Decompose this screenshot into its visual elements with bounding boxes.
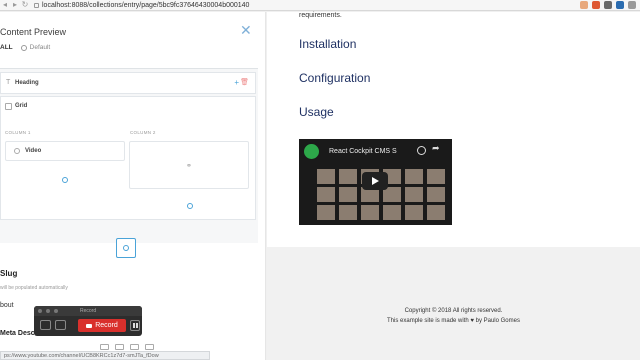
layout-canvas: T Heading + 🗑 Grid COLUMN 1 COLUMN 2 Vid… bbox=[0, 68, 258, 243]
add-component-column-2-icon[interactable] bbox=[187, 203, 193, 209]
heading-block-label: Heading bbox=[15, 80, 39, 86]
screen-recorder-widget[interactable]: Record Record bbox=[34, 306, 142, 336]
channel-avatar[interactable] bbox=[304, 144, 319, 159]
video-component[interactable]: Video bbox=[5, 141, 125, 161]
add-component-column-1-icon[interactable] bbox=[62, 177, 68, 183]
forward-icon[interactable]: ▸ bbox=[10, 0, 20, 10]
thumbnail-tile bbox=[317, 205, 335, 220]
grid-block[interactable]: Grid COLUMN 1 COLUMN 2 Video ⚭ bbox=[0, 96, 256, 220]
video-title[interactable]: React Cockpit CMS S bbox=[329, 148, 397, 155]
column-1-label: COLUMN 1 bbox=[5, 130, 31, 135]
info-icon[interactable] bbox=[34, 2, 39, 8]
display-icon[interactable] bbox=[100, 344, 109, 350]
pause-icon[interactable] bbox=[130, 320, 140, 331]
window-close-dot[interactable] bbox=[38, 309, 42, 313]
heading-usage: Usage bbox=[299, 105, 334, 119]
thumbnail-tile bbox=[405, 187, 423, 202]
tab-default[interactable]: Default bbox=[20, 44, 51, 51]
footer-credit: This example site is made with ♥ by Paul… bbox=[387, 318, 520, 324]
thumbnail-tile bbox=[427, 169, 445, 184]
recorder-titlebar[interactable]: Record bbox=[34, 306, 142, 316]
slug-field-label: Slug bbox=[0, 269, 18, 278]
add-icon bbox=[123, 245, 129, 251]
panel-title: Content Preview bbox=[0, 27, 67, 37]
browser-toolbar: ◂ ▸ ↻ localhost:8088/collections/entry/p… bbox=[0, 0, 640, 11]
add-block-button[interactable] bbox=[116, 238, 136, 258]
extension-icon-1[interactable] bbox=[580, 1, 588, 9]
footer-copyright: Copyright © 2018 All rights reserved. bbox=[404, 308, 503, 314]
heading-configuration: Configuration bbox=[299, 71, 371, 85]
window-minimize-dot[interactable] bbox=[46, 309, 50, 313]
record-button[interactable]: Record bbox=[78, 319, 126, 332]
thumbnail-tile bbox=[427, 187, 445, 202]
thumbnail-tile bbox=[339, 169, 357, 184]
text-icon: T bbox=[6, 79, 11, 86]
slug-field-hint: will be populated automatically bbox=[0, 285, 68, 291]
record-button-label: Record bbox=[95, 322, 118, 329]
column-2-label: COLUMN 2 bbox=[130, 130, 156, 135]
recorder-source-icons bbox=[100, 344, 154, 350]
thumbnail-tile bbox=[339, 205, 357, 220]
tab-default-label: Default bbox=[29, 44, 51, 51]
thumbnail-tile bbox=[317, 187, 335, 202]
video-component-label: Video bbox=[25, 148, 42, 154]
thumbnail-tile bbox=[317, 169, 335, 184]
thumbnail-tile bbox=[405, 205, 423, 220]
site-preview: requirements. Installation Configuration… bbox=[267, 12, 640, 360]
thumbnail-tile bbox=[361, 205, 379, 220]
camera-source-icon[interactable] bbox=[145, 344, 154, 350]
site-footer: Copyright © 2018 All rights reserved. Th… bbox=[267, 247, 640, 360]
thumbnail-tile bbox=[427, 205, 445, 220]
heading-block[interactable]: T Heading + 🗑 bbox=[0, 72, 256, 94]
camera-icon bbox=[86, 323, 93, 328]
extension-icon-3[interactable] bbox=[604, 1, 612, 9]
trash-icon[interactable]: 🗑 bbox=[240, 78, 249, 86]
components-icon: ⚭ bbox=[186, 163, 192, 170]
grid-block-label: Grid bbox=[15, 103, 28, 109]
about-field-label: bout bbox=[0, 302, 14, 309]
reload-icon[interactable]: ↻ bbox=[20, 0, 30, 10]
heading-installation: Installation bbox=[299, 37, 357, 51]
tab-all[interactable]: ALL bbox=[0, 44, 13, 51]
add-icon[interactable]: + bbox=[234, 78, 239, 87]
region-icon[interactable] bbox=[130, 344, 139, 350]
empty-column-dropzone[interactable]: ⚭ bbox=[129, 141, 249, 189]
globe-icon bbox=[20, 44, 27, 51]
recorder-title: Record bbox=[80, 308, 97, 314]
close-icon[interactable]: ✕ bbox=[240, 24, 252, 38]
extension-bar bbox=[580, 1, 636, 9]
pen-tool-icon[interactable] bbox=[40, 320, 51, 330]
window-icon[interactable] bbox=[115, 344, 124, 350]
thumbnail-tile bbox=[383, 205, 401, 220]
rectangle-tool-icon[interactable] bbox=[55, 320, 66, 330]
extension-icon-5[interactable] bbox=[628, 1, 636, 9]
watch-later-icon[interactable] bbox=[417, 146, 426, 155]
video-icon bbox=[14, 148, 20, 154]
grid-icon bbox=[5, 103, 12, 110]
play-button[interactable] bbox=[362, 172, 388, 190]
back-icon[interactable]: ◂ bbox=[0, 0, 10, 10]
preview-intro-text: requirements. bbox=[299, 12, 342, 19]
link-hover-status: ps://www.youtube.com/channel/UCB8KRCc1z7… bbox=[0, 351, 210, 360]
thumbnail-tile bbox=[405, 169, 423, 184]
address-bar[interactable]: localhost:8088/collections/entry/page/5b… bbox=[34, 2, 249, 9]
youtube-embed[interactable]: React Cockpit CMS S ➦ bbox=[299, 139, 452, 225]
locale-tabs: ALL Default bbox=[0, 44, 50, 51]
thumbnail-tile bbox=[339, 187, 357, 202]
extension-icon-4[interactable] bbox=[616, 1, 624, 9]
address-text[interactable]: localhost:8088/collections/entry/page/5b… bbox=[42, 2, 249, 9]
meta-description-field-label: Meta Descr bbox=[0, 330, 38, 337]
extension-icon-2[interactable] bbox=[592, 1, 600, 9]
window-zoom-dot[interactable] bbox=[54, 309, 58, 313]
share-icon[interactable]: ➦ bbox=[432, 144, 440, 154]
